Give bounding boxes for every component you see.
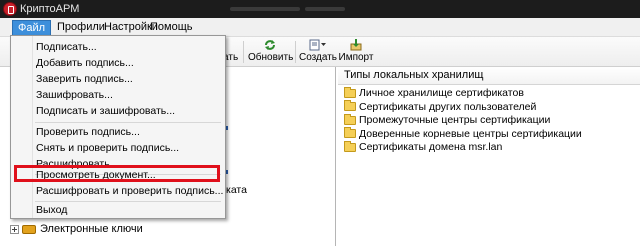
menu-help[interactable]: Помощь	[145, 20, 198, 36]
refresh-label: Обновить	[248, 52, 294, 63]
store-item-other-users[interactable]: Сертификаты других пользователей	[338, 100, 640, 115]
store-item-label: Доверенные корневые центры сертификации	[359, 127, 582, 140]
menu-separator	[35, 122, 221, 123]
import-icon	[350, 39, 362, 51]
window-title: КриптоАРМ	[20, 3, 80, 15]
create-icon	[309, 39, 326, 51]
store-item-label: Сертификаты других пользователей	[359, 100, 537, 113]
store-item-label: Личное хранилище сертификатов	[359, 87, 524, 99]
menu-item-sign-and-encrypt[interactable]: Подписать и зашифровать...	[12, 103, 224, 120]
title-bar: КриптоАРМ	[0, 0, 640, 18]
import-button[interactable]: Импорт	[338, 39, 374, 65]
folder-icon	[344, 100, 356, 112]
store-list: Личное хранилище сертификатов Сертификат…	[338, 85, 640, 155]
cryptoarm-app-icon[interactable]	[3, 2, 17, 16]
menu-item-exit[interactable]: Выход	[12, 202, 224, 219]
menu-item-add-signature[interactable]: Добавить подпись...	[12, 55, 224, 72]
store-item-personal[interactable]: Личное хранилище сертификатов	[338, 86, 640, 101]
folder-icon	[344, 140, 356, 152]
tree-item-electronic-keys[interactable]: Электронные ключи	[10, 222, 143, 236]
file-menu-dropdown: Подписать... Добавить подпись... Заверит…	[10, 35, 226, 219]
tree-item-label: Электронные ключи	[40, 223, 143, 235]
create-button[interactable]: Создать	[299, 39, 338, 65]
toolbar-separator	[243, 41, 244, 63]
expand-icon[interactable]	[10, 224, 19, 234]
menu-item-certify-signature[interactable]: Заверить подпись...	[12, 71, 224, 88]
store-item-label: Промежуточные центры сертификации	[359, 114, 551, 126]
toolbar-separator	[295, 41, 296, 63]
menu-file[interactable]: Файл	[12, 20, 52, 36]
menu-item-remove-and-verify[interactable]: Снять и проверить подпись...	[12, 140, 224, 157]
menu-item-decrypt-and-verify[interactable]: Расшифровать и проверить подпись...	[12, 183, 224, 200]
store-item-trusted-root-ca[interactable]: Доверенные корневые центры сертификации	[338, 127, 640, 142]
blurred-title-segment	[305, 7, 345, 11]
blurred-title-segment	[230, 7, 300, 11]
refresh-button[interactable]: Обновить	[248, 39, 294, 65]
column-header[interactable]: Типы локальных хранилищ	[338, 67, 640, 85]
store-item-intermediate-ca[interactable]: Промежуточные центры сертификации	[338, 113, 640, 128]
folder-icon	[344, 86, 356, 98]
refresh-icon	[265, 40, 275, 50]
create-label: Создать	[299, 52, 338, 63]
menu-item-verify-signature[interactable]: Проверить подпись...	[12, 124, 224, 141]
menu-item-sign[interactable]: Подписать...	[12, 39, 224, 56]
import-label: Импорт	[338, 52, 374, 63]
menu-item-encrypt[interactable]: Зашифровать...	[12, 87, 224, 104]
store-item-domain-certs[interactable]: Сертификаты домена msr.lan	[338, 140, 640, 155]
highlight-box	[14, 165, 220, 182]
folder-icon	[344, 127, 356, 139]
storage-types-pane[interactable]: Типы локальных хранилищ Личное хранилище…	[338, 67, 640, 246]
store-item-label: Сертификаты домена msr.lan	[359, 141, 503, 153]
obscured-tree-text: ката	[226, 184, 247, 196]
key-icon	[22, 224, 36, 234]
folder-icon	[344, 113, 356, 125]
